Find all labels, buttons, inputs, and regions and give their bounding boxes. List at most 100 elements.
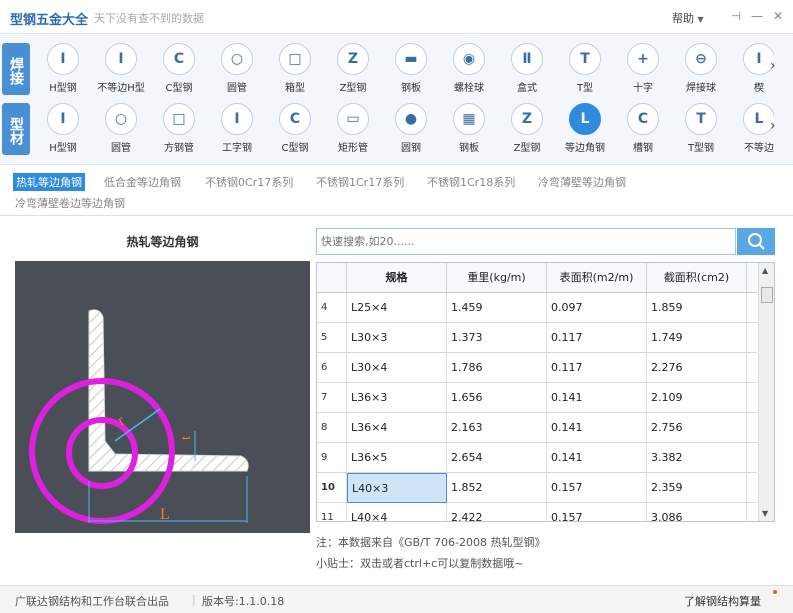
chevron-right-icon[interactable]: › (770, 58, 776, 74)
table-cell-area[interactable]: 1.749 (647, 323, 747, 353)
tool-item-profile-2[interactable]: □ 方钢管 (150, 99, 208, 159)
section-icon: T (569, 43, 601, 75)
tool-item-weld-3[interactable]: ○ 圆管 (208, 39, 266, 99)
table-row[interactable]: 6 L30×4 1.786 0.117 2.276 (317, 353, 757, 383)
table-cell-area[interactable]: 2.276 (647, 353, 747, 383)
tool-item-profile-8[interactable]: Z Z型钢 (498, 99, 556, 159)
tool-item-weld-10[interactable]: + 十字 (614, 39, 672, 99)
tool-item-weld-4[interactable]: □ 箱型 (266, 39, 324, 99)
table-cell-spec[interactable]: L40×4 (347, 503, 447, 521)
table-cell-surface[interactable]: 0.117 (547, 353, 647, 383)
table-row[interactable]: 8 L36×4 2.163 0.141 2.756 (317, 413, 757, 443)
subtype-0cr17[interactable]: 不锈钢0Cr17系列 (205, 174, 293, 190)
table-cell-surface[interactable]: 0.141 (547, 443, 647, 473)
tool-item-weld-2[interactable]: C C型钢 (150, 39, 208, 99)
table-row[interactable]: 10 L40×3 1.852 0.157 2.359 (317, 473, 757, 503)
table-cell-weight[interactable]: 2.163 (447, 413, 547, 443)
pin-icon[interactable]: ⊣ (728, 8, 744, 24)
subtype-1cr18[interactable]: 不锈钢1Cr18系列 (427, 174, 515, 190)
table-cell-weight[interactable]: 1.656 (447, 383, 547, 413)
table-cell-area[interactable]: 1.859 (647, 293, 747, 323)
subtype-cold-formed[interactable]: 冷弯薄壁等边角钢 (538, 174, 626, 190)
close-button[interactable]: ✕ (770, 8, 786, 24)
table-row[interactable]: 9 L36×5 2.654 0.141 3.382 (317, 443, 757, 473)
table-cell-spec[interactable]: L36×4 (347, 413, 447, 443)
search-button[interactable] (737, 228, 775, 255)
minimize-button[interactable]: — (749, 8, 765, 24)
table-header: 规格 重里(kg/m) 表面积(m2/m) 截面积(cm2) (317, 263, 757, 293)
table-cell-spec[interactable]: L30×3 (347, 323, 447, 353)
table-cell-weight[interactable]: 2.654 (447, 443, 547, 473)
tool-item-profile-5[interactable]: ▭ 矩形管 (324, 99, 382, 159)
tool-item-weld-0[interactable]: I H型钢 (34, 39, 92, 99)
table-cell-surface[interactable]: 0.097 (547, 293, 647, 323)
table-cell-weight[interactable]: 1.373 (447, 323, 547, 353)
tool-item-profile-9[interactable]: L 等边角钢 (556, 99, 614, 159)
tool-item-profile-6[interactable]: ● 圆钢 (382, 99, 440, 159)
tool-item-label: 钢板 (459, 143, 479, 154)
tool-item-weld-5[interactable]: Z Z型钢 (324, 39, 382, 99)
tool-item-weld-9[interactable]: T T型 (556, 39, 614, 99)
scroll-thumb[interactable] (761, 287, 773, 303)
table-cell-surface[interactable]: 0.141 (547, 383, 647, 413)
vertical-scrollbar[interactable]: ▲ ▼ (758, 263, 774, 521)
tool-item-profile-3[interactable]: I 工字钢 (208, 99, 266, 159)
table-cell-area[interactable]: 3.382 (647, 443, 747, 473)
table-cell-surface[interactable]: 0.157 (547, 503, 647, 521)
tool-item-weld-8[interactable]: Ⅱ 盒式 (498, 39, 556, 99)
table-cell-spec[interactable]: L40×3 (347, 473, 447, 503)
table-cell-spec[interactable]: L36×3 (347, 383, 447, 413)
section-icon: ○ (105, 103, 137, 135)
search-input[interactable] (316, 228, 736, 255)
subtype-hot-rolled[interactable]: 热轧等边角钢 (13, 173, 85, 191)
table-cell-surface[interactable]: 0.157 (547, 473, 647, 503)
table-cell-spec[interactable]: L36×5 (347, 443, 447, 473)
section-icon: I (221, 103, 253, 135)
table-cell-area[interactable]: 2.109 (647, 383, 747, 413)
table-cell-surface[interactable]: 0.117 (547, 323, 647, 353)
column-header-area[interactable]: 截面积(cm2) (647, 263, 747, 293)
tool-item-profile-0[interactable]: I H型钢 (34, 99, 92, 159)
tool-item-weld-1[interactable]: I 不等边H型 (92, 39, 150, 99)
tool-item-profile-7[interactable]: ▦ 钢板 (440, 99, 498, 159)
table-row[interactable]: 7 L36×3 1.656 0.141 2.109 (317, 383, 757, 413)
tool-item-profile-1[interactable]: ○ 圆管 (92, 99, 150, 159)
table-cell-spec[interactable]: L25×4 (347, 293, 447, 323)
chevron-right-icon[interactable]: › (770, 118, 776, 134)
section-icon: T (685, 103, 717, 135)
scroll-up-icon[interactable]: ▲ (762, 266, 768, 275)
scroll-down-icon[interactable]: ▼ (762, 509, 768, 518)
table-cell-spec[interactable]: L30×4 (347, 353, 447, 383)
learn-steel-link[interactable]: 了解钢结构算量 (684, 593, 761, 609)
section-icon: ⊖ (685, 43, 717, 75)
tool-item-profile-11[interactable]: T T型钢 (672, 99, 730, 159)
table-row[interactable]: 4 L25×4 1.459 0.097 1.859 (317, 293, 757, 323)
table-row[interactable]: 11 L40×4 2.422 0.157 3.086 (317, 503, 757, 521)
table-cell-area[interactable]: 2.359 (647, 473, 747, 503)
tool-item-weld-12[interactable]: I楔 (730, 39, 774, 99)
table-cell-weight[interactable]: 1.786 (447, 353, 547, 383)
help-menu[interactable]: 帮助 ▼ (672, 10, 704, 26)
category-label-profile[interactable]: 型材 (2, 103, 30, 155)
table-cell-area[interactable]: 3.086 (647, 503, 747, 521)
subtype-cold-formed-lipped[interactable]: 冷弯薄壁卷边等边角钢 (15, 195, 125, 211)
table-cell-weight[interactable]: 2.422 (447, 503, 547, 521)
table-row[interactable]: 5 L30×3 1.373 0.117 1.749 (317, 323, 757, 353)
tool-item-label: 十字 (633, 83, 653, 94)
table-cell-surface[interactable]: 0.141 (547, 413, 647, 443)
tool-item-weld-7[interactable]: ◉ 螺栓球 (440, 39, 498, 99)
table-cell-area[interactable]: 2.756 (647, 413, 747, 443)
tool-item-weld-6[interactable]: ▬ 钢板 (382, 39, 440, 99)
column-header-weight[interactable]: 重里(kg/m) (447, 263, 547, 293)
tool-item-profile-12[interactable]: L 不等边 (730, 99, 774, 159)
tool-item-profile-4[interactable]: C C型钢 (266, 99, 324, 159)
column-header-surface[interactable]: 表面积(m2/m) (547, 263, 647, 293)
column-header-spec[interactable]: 规格 (347, 263, 447, 293)
table-cell-weight[interactable]: 1.852 (447, 473, 547, 503)
tool-item-weld-11[interactable]: ⊖ 焊接球 (672, 39, 730, 99)
category-label-weld[interactable]: 焊接 (2, 43, 30, 95)
subtype-low-alloy[interactable]: 低合金等边角钢 (104, 174, 181, 190)
subtype-1cr17[interactable]: 不锈钢1Cr17系列 (316, 174, 404, 190)
tool-item-profile-10[interactable]: C 槽钢 (614, 99, 672, 159)
table-cell-weight[interactable]: 1.459 (447, 293, 547, 323)
